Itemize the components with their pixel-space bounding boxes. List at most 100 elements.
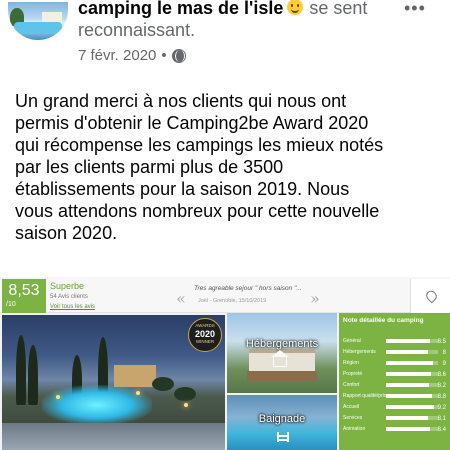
detailed-rating-panel: Note détaillée du camping Général 8.5 Hébe… — [339, 313, 450, 450]
rating-bar — [386, 360, 438, 365]
rating-row: Confort 8.2 — [342, 378, 447, 389]
rating-value: 9 — [442, 360, 446, 367]
review-author: Joël - Grenoble, 15/10/2019 — [198, 298, 267, 304]
accommodation-tile: Hébergements — [227, 313, 337, 393]
quote-close-mark: » — [310, 289, 320, 308]
post-header-line: camping le mas de l'isle se sent — [78, 0, 367, 19]
rating-bar — [386, 349, 438, 354]
rating-bar-fill — [386, 426, 430, 431]
rating-row: Région 9 — [342, 356, 447, 367]
post-text-line: établissements pour la saison 2019. Nous — [15, 179, 350, 199]
rating-bar-fill — [386, 382, 429, 387]
feeling-text: se sent — [309, 0, 368, 18]
rating-bar — [386, 426, 438, 431]
post-text-line: saison 2020. — [15, 223, 118, 243]
more-options-icon[interactable]: ••• — [404, 0, 426, 19]
rating-value: 8.6 — [437, 371, 446, 378]
rating-row: Général 8.5 — [342, 334, 447, 345]
photo-lamp — [56, 395, 60, 399]
rating-bar-fill — [386, 349, 428, 354]
feeling-text-continued: reconnaissant. — [78, 20, 196, 40]
post-text-line: vous attendons nombreux pour cette nouve… — [15, 201, 380, 221]
review-quote: Tres agreable sejour " hors saison "... — [194, 285, 302, 292]
rating-bar — [386, 404, 438, 409]
rating-label: Confort — [343, 381, 360, 388]
post-text-line: Un grand merci à nos clients qui nous on… — [15, 91, 347, 111]
rating-bar-fill — [386, 338, 431, 343]
rating-bar — [386, 382, 438, 387]
avatar-building — [42, 12, 62, 22]
post-body: Un grand merci à nos clients qui nous on… — [15, 90, 445, 244]
rating-row: Animation 8.4 — [342, 422, 447, 433]
rating-rows: Général 8.5 Hébergements 8 Région 9 Propreté 8.… — [342, 334, 447, 433]
score-scale: /10 — [6, 301, 16, 308]
photo-building — [114, 365, 156, 387]
photo-cypress — [28, 345, 38, 405]
rating-bar — [386, 371, 438, 376]
quote-open-mark: « — [176, 289, 186, 308]
post-text-line: permis d'obtenir le Camping2be Award 202… — [15, 113, 369, 133]
rating-row: Rapport qualité/prix 8.8 — [342, 389, 447, 400]
photo-lamp — [136, 391, 140, 395]
post-date-link[interactable]: 7 févr. 2020 — [78, 47, 156, 64]
rating-value: 9.2 — [437, 404, 446, 411]
rating-row: Propreté 8.6 — [342, 367, 447, 378]
rating-value: 8.2 — [437, 382, 446, 389]
page-avatar[interactable] — [8, 2, 68, 40]
rating-label: Hébergements — [343, 348, 376, 355]
rating-value: 8.8 — [437, 393, 446, 400]
award-line3: WINNER — [195, 339, 215, 344]
rating-bar — [386, 393, 438, 398]
rating-banner: 8,53 /10 Superbe 54 Avis clients Voir to… — [0, 277, 450, 313]
post-text-line: qui récompense les campings les mieux no… — [15, 135, 384, 155]
rating-value: 8.5 — [437, 338, 446, 345]
score-label: Superbe — [50, 281, 85, 291]
rating-value: 8.1 — [437, 415, 446, 422]
globe-icon[interactable] — [171, 48, 186, 63]
rating-bar-fill — [386, 371, 431, 376]
meta-separator: • — [161, 47, 167, 64]
rating-label: Animation — [343, 425, 366, 432]
rating-label: Services — [343, 414, 363, 421]
post-meta: 7 févr. 2020 • — [78, 47, 186, 64]
rating-bar-fill — [386, 393, 432, 398]
swimming-tile: Baignade — [227, 395, 337, 450]
rating-bar-fill — [386, 404, 434, 409]
rating-bar-fill — [386, 415, 429, 420]
rating-row: Accueil 9.2 — [342, 400, 447, 411]
rating-label: Propreté — [343, 370, 363, 377]
swimming-label: Baignade — [258, 413, 306, 425]
house-icon — [271, 350, 289, 367]
photo-lamp — [184, 403, 188, 407]
pool-ladder-icon — [277, 432, 289, 442]
rating-label: Rapport qualité/prix — [343, 392, 387, 399]
smiling-face-icon — [287, 0, 304, 15]
accommodation-label: Hébergements — [245, 338, 319, 350]
rating-label: Accueil — [343, 403, 360, 410]
rating-value: 8 — [442, 349, 446, 356]
rating-title: Note détaillée du camping — [343, 317, 424, 324]
rating-row: Hébergements 8 — [342, 345, 447, 356]
photo-palm — [152, 377, 174, 391]
rating-row: Services 8.1 — [342, 411, 447, 422]
review-count: 54 Avis clients — [50, 294, 88, 300]
see-all-reviews-link: Voir tous les avis — [50, 304, 96, 310]
award-badge: AWARDS 2020 WINNER — [188, 318, 222, 352]
rating-value: 8.4 — [437, 426, 446, 433]
page-name-link[interactable]: camping le mas de l'isle — [78, 0, 283, 18]
score-badge: 8,53 /10 — [2, 279, 46, 313]
award-line1: AWARDS — [195, 323, 215, 328]
rating-bar — [386, 415, 438, 420]
award-year: 2020 — [194, 329, 216, 339]
rating-bar-fill — [386, 360, 433, 365]
rating-label: Région — [343, 359, 359, 366]
rating-bar — [386, 338, 438, 343]
photo-palm — [174, 387, 196, 401]
favorite-box — [410, 279, 450, 313]
avatar-pool — [14, 22, 62, 34]
heart-icon — [424, 288, 439, 304]
post-text-line: par les clients parmi plus de 3500 — [15, 157, 284, 177]
rating-label: Général — [343, 337, 361, 344]
photo-terrace — [247, 371, 317, 381]
score-value: 8,53 — [8, 282, 40, 299]
